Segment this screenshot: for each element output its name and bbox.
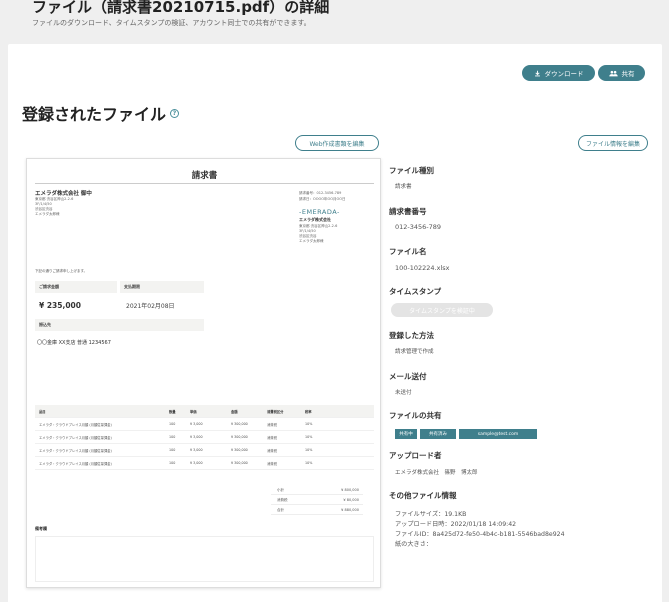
- column-header: 品目: [39, 410, 46, 414]
- table-row: エメラダ・クラウドプレイス月額 (月額従量課金) 100 ¥ 3,000 ¥ 3…: [35, 431, 374, 444]
- table-cell: 消費税: [267, 462, 277, 466]
- table-cell: エメラダ・クラウドプレイス月額 (月額従量課金): [39, 423, 112, 427]
- table-cell: ¥ 3,000: [190, 435, 203, 439]
- section-title: 登録されたファイル ?: [22, 101, 180, 125]
- invoice-title: 請求書: [191, 171, 218, 181]
- table-cell: エメラダ・クラウドプレイス月額 (月額従量課金): [39, 449, 112, 453]
- table-cell: エメラダ・クラウドプレイス月額 (月額従量課金): [39, 462, 112, 466]
- due-value: 2021年02月08日: [126, 303, 175, 310]
- file-name-value: 100-102224.xlsx: [395, 264, 450, 272]
- table-header-row: 品目 数量 単価 金額 消費税区分 税率: [35, 405, 374, 418]
- recipient-address-line: エメラダ太郎様: [35, 212, 60, 216]
- file-details-panel: ファイル種別 請求書 請求書番号 012-3456-789 ファイル名 100-…: [389, 44, 659, 602]
- invoice-items-table: 品目 数量 単価 金額 消費税区分 税率 エメラダ・クラウドプレイス月額 (月額…: [35, 405, 374, 470]
- column-header: 単価: [190, 410, 197, 414]
- share-section-label: ファイルの共有: [389, 411, 442, 420]
- invoice-number-label: 請求書番号: [389, 207, 427, 216]
- table-cell: 10%: [305, 422, 313, 426]
- table-cell: 10%: [305, 448, 313, 452]
- issuer-address-line: エメラダ太郎様: [299, 239, 324, 243]
- method-label: 登録した方法: [389, 331, 434, 340]
- total-label: 消費税: [277, 498, 288, 502]
- help-icon[interactable]: ?: [170, 108, 180, 118]
- invoice-meta-line: 請求日：OOOO年OO月OO日: [299, 197, 346, 201]
- table-cell: 消費税: [267, 423, 277, 427]
- total-row: 小計 ¥ 800,000: [271, 485, 363, 495]
- table-cell: 10%: [305, 435, 313, 439]
- upload-date-line: アップロード日時：2022/01/18 14:09:42: [395, 521, 517, 528]
- file-type-value: 請求書: [395, 184, 412, 190]
- notes-box: [35, 536, 374, 582]
- file-name-label: ファイル名: [389, 247, 427, 256]
- total-value: ¥ 80,000: [343, 498, 359, 502]
- invoice-number-value: 012-3456-789: [395, 223, 442, 231]
- total-label: 合計: [277, 508, 284, 512]
- mail-value: 未送付: [395, 390, 412, 396]
- table-cell: 100: [169, 435, 176, 439]
- table-cell: 100: [169, 448, 176, 452]
- other-info-label: その他ファイル情報: [389, 491, 457, 500]
- invoice-lead: 下記の通りご請求申し上げます。: [35, 269, 88, 273]
- company-logo: -EMERADA-: [299, 208, 340, 216]
- invoice-recipient: エメラダ株式会社 御中: [35, 191, 92, 197]
- table-cell: 100: [169, 461, 176, 465]
- total-value: ¥ 800,000: [341, 488, 359, 492]
- file-id-line: ファイルID：8a425d72-fe50-4b4c-b181-5546bad8e…: [395, 531, 565, 538]
- uploader-label: アップロード者: [389, 451, 442, 460]
- page-title: ファイル（請求書20210715.pdf）の詳細: [32, 0, 330, 16]
- table-cell: ¥ 300,000: [231, 448, 248, 452]
- method-value: 請求管理で作成: [395, 349, 434, 355]
- table-cell: ¥ 3,000: [190, 461, 203, 465]
- table-row: エメラダ・クラウドプレイス月額 (月額従量課金) 100 ¥ 3,000 ¥ 3…: [35, 444, 374, 457]
- table-cell: ¥ 300,000: [231, 461, 248, 465]
- invoice-preview: 請求書 エメラダ株式会社 御中 東京都 渋谷区神山2-2-6 3F/1/4/50…: [26, 158, 381, 588]
- due-label: 支払期限: [120, 281, 204, 293]
- invoice-divider: [35, 183, 374, 184]
- table-cell: ¥ 3,000: [190, 422, 203, 426]
- share-tag[interactable]: 共有済み: [420, 429, 456, 439]
- file-detail-card: ダウンロード 共有 登録されたファイル ? Web作成書類を編集 ファイル情報を…: [8, 44, 662, 602]
- bank-label: 振込先: [35, 319, 204, 331]
- column-header: 金額: [231, 410, 238, 414]
- total-row: 消費税 ¥ 80,000: [271, 495, 363, 505]
- mail-label: メール送付: [389, 372, 427, 381]
- share-tag[interactable]: 共有中: [395, 429, 417, 439]
- paper-size-line: 紙の大きさ：: [395, 541, 433, 548]
- table-cell: 100: [169, 422, 176, 426]
- table-cell: 消費税: [267, 449, 277, 453]
- column-header: 消費税区分: [267, 410, 284, 414]
- bank-value: 〇〇金庫 XX支店 普通 1234567: [37, 340, 111, 346]
- invoice-totals: 小計 ¥ 800,000 消費税 ¥ 80,000 合計 ¥ 880,000: [271, 485, 363, 515]
- issuer-company: エメラダ株式会社: [299, 217, 331, 222]
- table-cell: エメラダ・クラウドプレイス月額 (月額従量課金): [39, 436, 112, 440]
- column-header: 税率: [305, 410, 312, 414]
- notes-label: 備考欄: [35, 526, 47, 531]
- file-size-line: ファイルサイズ：19.1KB: [395, 511, 467, 518]
- web-edit-button[interactable]: Web作成書類を編集: [295, 135, 379, 151]
- verify-timestamp-button[interactable]: タイムスタンプを検証中: [391, 303, 493, 317]
- uploader-value: エメラダ株式会社 篠野 博太郎: [395, 470, 478, 476]
- total-row: 合計 ¥ 880,000: [271, 505, 363, 515]
- table-cell: ¥ 300,000: [231, 435, 248, 439]
- table-row: エメラダ・クラウドプレイス月額 (月額従量課金) 100 ¥ 3,000 ¥ 3…: [35, 418, 374, 431]
- table-cell: 10%: [305, 461, 313, 465]
- timestamp-label: タイムスタンプ: [389, 287, 442, 296]
- invoice-meta-line: 請求番号：012-3456-789: [299, 191, 342, 195]
- amount-value: ¥ 235,000: [39, 301, 81, 310]
- table-cell: ¥ 3,000: [190, 448, 203, 452]
- total-value: ¥ 880,000: [341, 508, 359, 512]
- table-row: エメラダ・クラウドプレイス月額 (月額従量課金) 100 ¥ 3,000 ¥ 3…: [35, 457, 374, 470]
- total-label: 小計: [277, 488, 284, 492]
- table-cell: ¥ 300,000: [231, 422, 248, 426]
- column-header: 数量: [169, 410, 176, 414]
- table-cell: 消費税: [267, 436, 277, 440]
- share-tag[interactable]: sample@test.com: [459, 429, 537, 439]
- amount-label: ご請求金額: [35, 281, 117, 293]
- page-header: ファイル（請求書20210715.pdf）の詳細 ファイルのダウンロード、タイム…: [0, 0, 669, 44]
- file-type-label: ファイル種別: [389, 166, 434, 175]
- page-subtitle: ファイルのダウンロード、タイムスタンプの検証、アカウント同士での共有ができます。: [32, 19, 311, 27]
- section-title-text: 登録されたファイル: [22, 105, 167, 124]
